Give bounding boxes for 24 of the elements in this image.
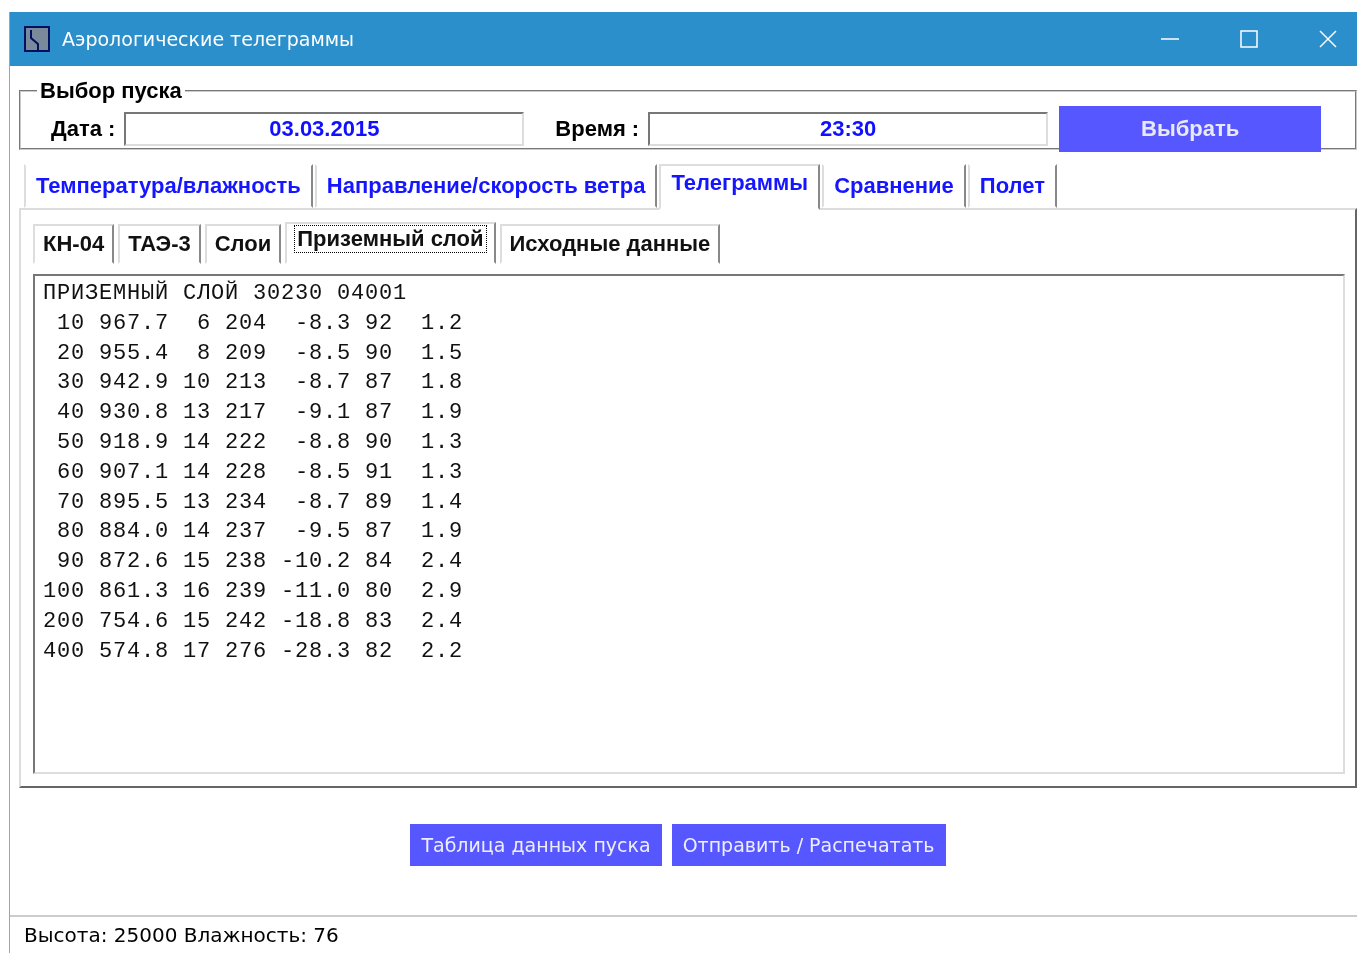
select-button[interactable]: Выбрать [1059, 106, 1322, 152]
subtab[interactable]: Исходные данные [499, 224, 721, 264]
window-title: Аэрологические телеграммы [62, 28, 355, 50]
telegram-text-field[interactable]: ПРИЗЕМНЫЙ СЛОЙ 30230 04001 10 967.7 6 204 -8.3 92 1.2 20 955.4 8 209 -8.5 90 1.5 30 942.9 10 213 -8.7 87 1.8 40 930.8 13 217 -9.1 87 1.9 50 918.9 14 222 -8.8 90 1.3 60 907.1 14 228 -8.5 91 1.3 70 895.5 13 234 -8.7 89 1.4 80 884.0 14 237 -9.5 87 1.9 90 872.6 15 238 -10.2 84 2.4 100 861.3 16 239 -11.0 80 2.9 200 754.6 15 242 -18.8 83 2.4 400 574.8 17 276 -28.3 82 2.2 [33, 274, 1345, 774]
action-button[interactable]: Таблица данных пуска [410, 824, 662, 866]
subtab[interactable]: КН-04 [33, 224, 115, 264]
subtab[interactable]: ТАЭ-3 [118, 224, 201, 264]
time-label: Время : [555, 116, 640, 142]
tab[interactable]: Сравнение [822, 164, 966, 208]
action-button[interactable]: Отправить / Распечатать [671, 824, 946, 866]
date-label: Дата : [51, 116, 116, 142]
time-field[interactable]: 23:30 [648, 112, 1049, 146]
date-field[interactable]: 03.03.2015 [124, 112, 525, 146]
close-icon[interactable] [1318, 29, 1338, 49]
tab[interactable]: Телеграммы [659, 164, 821, 210]
tab[interactable]: Полет [967, 164, 1057, 208]
tab[interactable]: Температура/влажность [24, 164, 313, 208]
subtab[interactable]: Слои [204, 224, 282, 264]
subtab[interactable]: Приземный слой [285, 222, 496, 264]
app-icon [24, 26, 50, 52]
tab[interactable]: Направление/скорость ветра [314, 164, 658, 208]
maximize-icon[interactable] [1239, 29, 1259, 49]
group-title: Выбор пуска [39, 78, 183, 104]
status-text: Высота: 25000 Влажность: 76 [24, 923, 339, 947]
